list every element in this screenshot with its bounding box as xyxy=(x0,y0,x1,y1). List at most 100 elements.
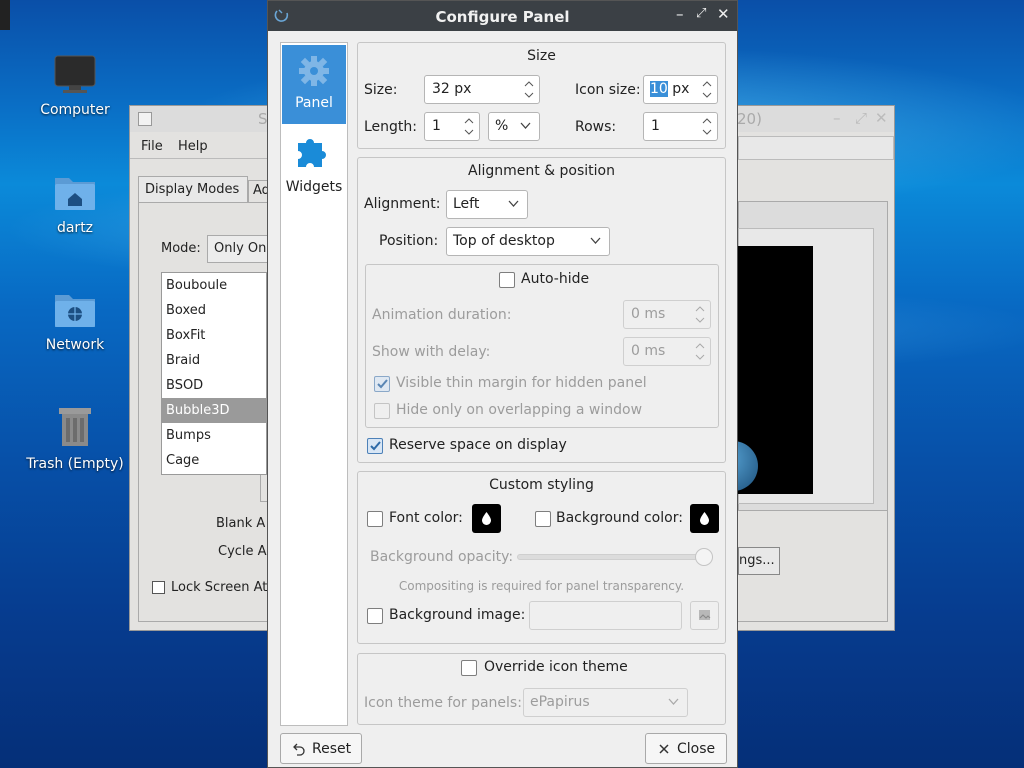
list-item[interactable]: BSOD xyxy=(162,373,266,398)
maximize-icon[interactable]: ⤢ xyxy=(696,6,706,21)
spin-arrows-icon[interactable] xyxy=(462,115,476,138)
monitor-icon xyxy=(54,55,96,93)
minimize-icon[interactable]: – xyxy=(833,109,841,127)
list-item[interactable]: Bumps xyxy=(162,423,266,448)
autohide-subgroup: Auto-hide Animation duration: 0 ms Show … xyxy=(365,264,719,428)
bg-image-label: Background image: xyxy=(389,607,526,623)
compositing-note: Compositing is required for panel transp… xyxy=(398,579,685,593)
icon-theme-label: Icon theme for panels: xyxy=(364,695,522,711)
chevron-down-icon xyxy=(668,698,679,705)
dialog-titlebar[interactable]: Configure Panel – ⤢ ✕ xyxy=(268,1,737,31)
desktop-icon-label: dartz xyxy=(56,220,94,236)
minimize-icon[interactable]: – xyxy=(676,5,684,23)
toolbar-area xyxy=(738,136,894,160)
settings-button[interactable]: ngs... xyxy=(738,547,780,575)
sidebar-item-panel[interactable]: Panel xyxy=(282,45,346,124)
icon-size-value: 10 px xyxy=(650,81,689,97)
icon-theme-group: Override icon theme Icon theme for panel… xyxy=(357,653,726,725)
reserve-space-label: Reserve space on display xyxy=(389,437,567,453)
chevron-down-icon xyxy=(508,200,519,207)
sidebar-item-label: Panel xyxy=(295,95,333,111)
cycle-after-label: Cycle A xyxy=(218,544,267,559)
tab-advanced[interactable]: Ad xyxy=(248,180,268,202)
bg-image-checkbox[interactable] xyxy=(367,608,383,624)
size-spinbox[interactable]: 32 px xyxy=(424,75,540,104)
spin-arrows-icon[interactable] xyxy=(522,78,536,101)
bg-color-checkbox[interactable] xyxy=(535,511,551,527)
close-icon[interactable]: ✕ xyxy=(717,5,730,23)
reset-button[interactable]: Reset xyxy=(280,733,362,764)
show-delay-label: Show with delay: xyxy=(372,344,491,360)
overlap-checkbox[interactable] xyxy=(374,403,390,419)
bg-color-button[interactable] xyxy=(690,504,719,533)
desktop-icon-computer[interactable]: Computer xyxy=(20,54,130,118)
sidebar-item-widgets[interactable]: Widgets xyxy=(282,125,346,204)
length-spinbox[interactable]: 1 xyxy=(424,112,480,141)
reserve-space-checkbox[interactable] xyxy=(367,438,383,454)
thin-margin-checkbox[interactable] xyxy=(374,376,390,392)
styling-group-title: Custom styling xyxy=(489,477,594,493)
thin-margin-label: Visible thin margin for hidden panel xyxy=(396,375,647,391)
spin-arrows-icon[interactable] xyxy=(700,115,714,138)
maximize-icon[interactable]: ⤢ xyxy=(855,109,867,127)
custom-styling-group: Custom styling Font color: Background co… xyxy=(357,471,726,644)
opacity-slider[interactable] xyxy=(517,554,713,560)
titlebar-spacer xyxy=(738,120,894,121)
list-item[interactable]: Bouboule xyxy=(162,273,266,298)
window-title-end: 20) xyxy=(737,110,762,128)
desktop-icon-trash[interactable]: Trash (Empty) xyxy=(20,404,130,472)
menu-file[interactable]: File xyxy=(141,139,163,154)
browse-image-button[interactable] xyxy=(690,601,719,630)
animation-duration-spinbox[interactable]: 0 ms xyxy=(623,300,711,329)
config-sidebar: Panel Widgets xyxy=(280,42,348,726)
color-drop-icon xyxy=(482,512,491,525)
selected-text: 10 xyxy=(650,81,668,97)
override-icon-theme-label: Override icon theme xyxy=(484,659,628,675)
overlap-label: Hide only on overlapping a window xyxy=(396,402,643,418)
lock-screen-checkbox[interactable] xyxy=(152,581,165,594)
opacity-slider-handle[interactable] xyxy=(695,548,713,566)
desktop-edge-widget[interactable] xyxy=(0,0,10,30)
list-item[interactable]: Boxed xyxy=(162,298,266,323)
font-color-checkbox[interactable] xyxy=(367,511,383,527)
window-menu-icon[interactable] xyxy=(138,112,152,126)
icon-size-label: Icon size: xyxy=(575,82,641,98)
spin-arrows-icon[interactable] xyxy=(693,303,707,326)
list-item-selected[interactable]: Bubble3D xyxy=(162,398,266,423)
dialog-title: Configure Panel xyxy=(435,8,570,26)
gear-icon xyxy=(299,56,329,86)
font-color-label: Font color: xyxy=(389,510,463,526)
position-dropdown[interactable]: Top of desktop xyxy=(446,227,610,256)
tab-display-modes[interactable]: Display Modes xyxy=(138,176,248,202)
list-item[interactable]: BoxFit xyxy=(162,323,266,348)
size-label: Size: xyxy=(364,82,398,98)
autohide-checkbox[interactable] xyxy=(499,272,515,288)
mode-dropdown[interactable]: Only On xyxy=(207,235,271,263)
spin-arrows-icon[interactable] xyxy=(700,78,714,101)
color-drop-icon xyxy=(700,512,709,525)
close-icon[interactable]: ✕ xyxy=(875,109,888,127)
position-label: Position: xyxy=(379,233,439,249)
sidebar-item-label: Widgets xyxy=(285,179,343,195)
list-item[interactable]: Braid xyxy=(162,348,266,373)
alignment-label: Alignment: xyxy=(364,196,441,212)
icon-theme-dropdown[interactable]: ePapirus xyxy=(523,688,688,717)
icon-size-spinbox[interactable]: 10 px xyxy=(643,75,718,104)
alignment-dropdown[interactable]: Left xyxy=(446,190,528,219)
length-unit-dropdown[interactable]: % xyxy=(488,112,540,141)
list-item[interactable]: Cage xyxy=(162,448,266,473)
show-delay-spinbox[interactable]: 0 ms xyxy=(623,337,711,366)
spin-arrows-icon[interactable] xyxy=(693,340,707,363)
override-icon-theme-checkbox[interactable] xyxy=(461,660,477,676)
screensaver-list[interactable]: Bouboule Boxed BoxFit Braid BSOD Bubble3… xyxy=(161,272,267,475)
font-color-button[interactable] xyxy=(472,504,501,533)
desktop-icon-network[interactable]: Network xyxy=(20,289,130,353)
mode-label: Mode: xyxy=(161,241,201,256)
menu-help[interactable]: Help xyxy=(178,139,208,154)
close-button[interactable]: Close xyxy=(645,733,727,764)
desktop-icon-home[interactable]: dartz xyxy=(20,172,130,236)
alignment-group-title: Alignment & position xyxy=(468,163,615,179)
desktop-icon-label: Computer xyxy=(40,102,110,118)
rows-spinbox[interactable]: 1 xyxy=(643,112,718,141)
bg-image-path-field[interactable] xyxy=(529,601,682,630)
